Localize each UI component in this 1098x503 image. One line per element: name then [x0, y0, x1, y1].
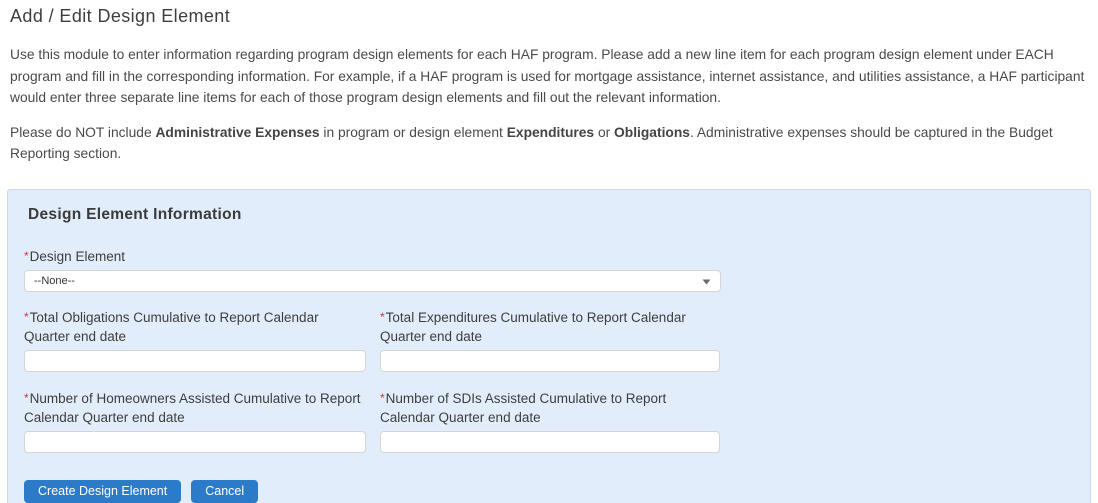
field-label-text: Total Expenditures Cumulative to Report … — [380, 310, 686, 344]
note-bold-obligations: Obligations — [614, 125, 690, 140]
field-label-text: Number of SDIs Assisted Cumulative to Re… — [380, 391, 666, 425]
required-marker: * — [24, 391, 29, 405]
design-element-select[interactable]: --None-- — [24, 270, 721, 292]
total-expenditures-input[interactable] — [380, 350, 720, 372]
required-marker: * — [380, 310, 385, 324]
cumulative-totals-row: *Total Obligations Cumulative to Report … — [24, 308, 1074, 372]
field-label-text: Design Element — [30, 249, 125, 264]
homeowners-assisted-label: *Number of Homeowners Assisted Cumulativ… — [24, 389, 366, 427]
homeowners-assisted-input[interactable] — [24, 431, 366, 453]
create-design-element-button[interactable]: Create Design Element — [24, 480, 181, 503]
add-edit-design-element-page: Add / Edit Design Element Use this modul… — [0, 0, 1098, 503]
total-obligations-label: *Total Obligations Cumulative to Report … — [24, 308, 366, 346]
intro-paragraph: Use this module to enter information reg… — [10, 44, 1090, 109]
caret-down-icon — [702, 272, 711, 290]
design-element-selected-value: --None-- — [34, 275, 75, 287]
total-obligations-input[interactable] — [24, 350, 366, 372]
homeowners-assisted-field-group: *Number of Homeowners Assisted Cumulativ… — [24, 389, 366, 453]
form-actions: Create Design Element Cancel — [24, 480, 1074, 503]
sdis-assisted-label: *Number of SDIs Assisted Cumulative to R… — [380, 389, 720, 427]
note-text: in program or design element — [320, 125, 507, 140]
sdis-assisted-field-group: *Number of SDIs Assisted Cumulative to R… — [380, 389, 720, 453]
design-element-field-group: *Design Element --None-- — [24, 247, 1074, 292]
field-label-text: Total Obligations Cumulative to Report C… — [24, 310, 319, 344]
total-expenditures-field-group: *Total Expenditures Cumulative to Report… — [380, 308, 720, 372]
design-element-label: *Design Element — [24, 247, 1074, 266]
assisted-counts-row: *Number of Homeowners Assisted Cumulativ… — [24, 389, 1074, 453]
total-expenditures-label: *Total Expenditures Cumulative to Report… — [380, 308, 720, 346]
design-element-information-panel: Design Element Information *Design Eleme… — [7, 189, 1091, 503]
total-obligations-field-group: *Total Obligations Cumulative to Report … — [24, 308, 366, 372]
required-marker: * — [24, 310, 29, 324]
section-title: Design Element Information — [28, 206, 1074, 224]
field-label-text: Number of Homeowners Assisted Cumulative… — [24, 391, 361, 425]
note-bold-administrative-expenses: Administrative Expenses — [155, 125, 319, 140]
sdis-assisted-input[interactable] — [380, 431, 720, 453]
page-title: Add / Edit Design Element — [10, 6, 1088, 27]
note-paragraph: Please do NOT include Administrative Exp… — [10, 122, 1090, 165]
note-text: or — [594, 125, 614, 140]
note-text: Please do NOT include — [10, 125, 155, 140]
required-marker: * — [24, 249, 29, 263]
cancel-button[interactable]: Cancel — [191, 480, 258, 503]
note-bold-expenditures: Expenditures — [507, 125, 594, 140]
required-marker: * — [380, 391, 385, 405]
